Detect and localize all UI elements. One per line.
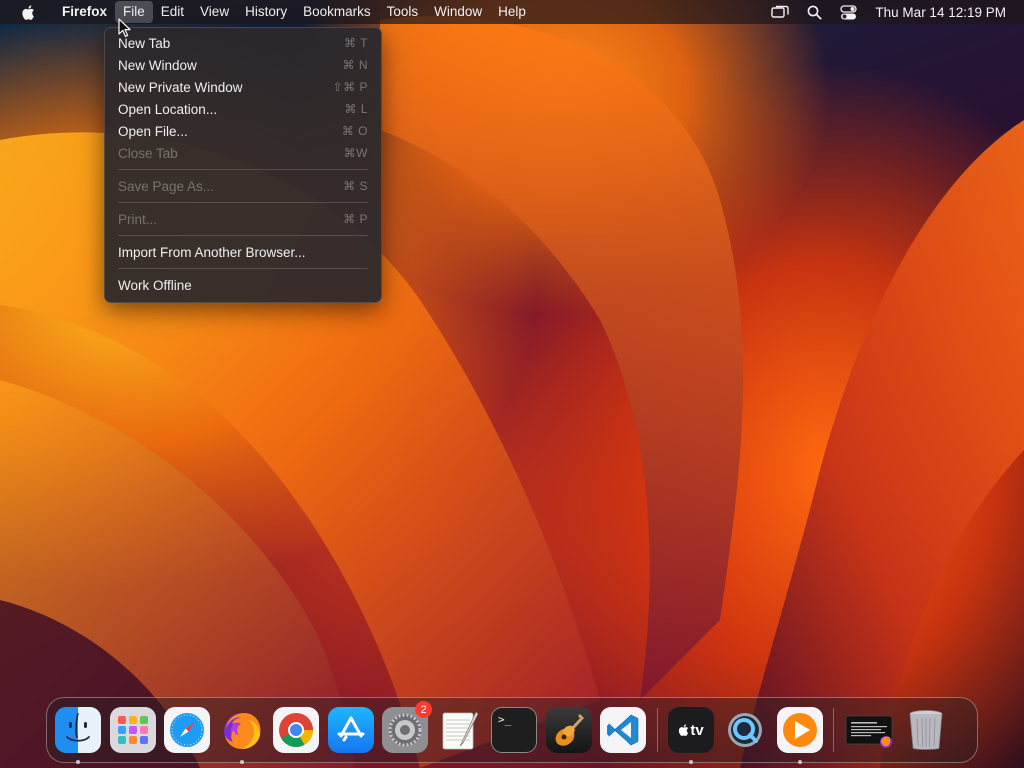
menu-item-open-file[interactable]: Open File... ⌘ O (105, 120, 381, 142)
menu-separator (118, 169, 368, 170)
minimized-window-icon[interactable] (844, 707, 894, 753)
textedit-icon[interactable] (437, 707, 483, 753)
menu-app-firefox[interactable]: Firefox (54, 1, 115, 23)
menu-item-label: Close Tab (118, 145, 178, 161)
menu-item-label: Import From Another Browser... (118, 244, 306, 260)
finder-icon[interactable] (55, 707, 101, 764)
running-indicator (688, 760, 693, 764)
menu-window[interactable]: Window (426, 1, 490, 23)
apple-tv-icon[interactable]: tv (667, 707, 714, 764)
garageband-icon[interactable] (545, 707, 592, 753)
menu-item-print: Print... ⌘ P (105, 208, 381, 230)
menu-item-new-private-window[interactable]: New Private Window ⇧⌘ P (105, 76, 381, 98)
menu-item-label: New Window (118, 57, 197, 73)
running-indicator (239, 760, 244, 764)
vscode-icon[interactable] (600, 707, 646, 753)
running-indicator (76, 760, 80, 764)
dock-divider (656, 708, 658, 752)
menu-item-label: Save Page As... (118, 178, 215, 194)
firefox-icon[interactable] (219, 707, 265, 764)
menu-item-shortcut: ⌘ P (343, 212, 368, 226)
terminal-prompt-text: >_ (498, 713, 512, 726)
menu-separator (118, 235, 368, 236)
menu-item-label: Open Location... (118, 101, 218, 117)
safari-icon[interactable] (164, 707, 210, 753)
screen-mirroring-icon[interactable] (771, 3, 790, 21)
menu-item-open-location[interactable]: Open Location... ⌘ L (105, 98, 381, 120)
menu-item-shortcut: ⌘ S (343, 179, 368, 193)
menu-item-shortcut: ⌘ T (344, 36, 368, 50)
menu-item-import-from-another-browser[interactable]: Import From Another Browser... (105, 241, 381, 263)
apple-tv-label: tv (690, 721, 704, 739)
running-indicator (797, 760, 802, 764)
menu-item-shortcut: ⌘ L (344, 102, 368, 116)
menu-item-close-tab: Close Tab ⌘W (105, 142, 381, 164)
menu-item-label: Work Offline (118, 277, 192, 293)
menu-bookmarks[interactable]: Bookmarks (295, 1, 379, 23)
terminal-icon[interactable]: >_ (491, 707, 537, 753)
app-store-icon[interactable] (327, 707, 374, 753)
menu-item-save-page-as: Save Page As... ⌘ S (105, 175, 381, 197)
control-center-icon[interactable] (839, 3, 857, 21)
menu-separator (118, 268, 368, 269)
menu-item-label: Open File... (118, 123, 188, 139)
menu-item-work-offline[interactable]: Work Offline (105, 274, 381, 296)
menu-tools[interactable]: Tools (379, 1, 427, 23)
notification-badge: 2 (415, 701, 432, 718)
infuse-player-icon[interactable] (776, 707, 823, 764)
menu-item-shortcut: ⌘W (343, 146, 368, 160)
mouse-pointer-icon (118, 18, 132, 38)
menu-item-label: New Private Window (118, 79, 243, 95)
menu-help[interactable]: Help (490, 1, 534, 23)
spotlight-search-icon[interactable] (805, 3, 823, 21)
menubar-clock[interactable]: Thu Mar 14 12:19 PM (875, 5, 1006, 20)
menu-history[interactable]: History (237, 1, 295, 23)
menu-separator (118, 202, 368, 203)
apple-logo-icon[interactable] (18, 3, 36, 21)
quicktime-icon[interactable] (722, 707, 768, 753)
trash-icon[interactable] (903, 707, 949, 753)
file-menu-dropdown: New Tab ⌘ T New Window ⌘ N New Private W… (104, 27, 382, 303)
system-settings-icon[interactable]: 2 (382, 701, 432, 753)
menu-item-label: Print... (118, 211, 158, 227)
dock-divider (833, 708, 834, 752)
chrome-icon[interactable] (273, 707, 319, 753)
menu-item-shortcut: ⌘ O (341, 124, 368, 138)
menu-item-new-tab[interactable]: New Tab ⌘ T (105, 32, 381, 54)
menu-item-shortcut: ⇧⌘ P (332, 80, 368, 94)
menu-view[interactable]: View (192, 1, 237, 23)
menu-bar: Firefox File Edit View History Bookmarks… (0, 0, 1024, 24)
dock: 2 >_ tv (46, 697, 978, 764)
menu-edit[interactable]: Edit (153, 1, 192, 23)
menu-item-new-window[interactable]: New Window ⌘ N (105, 54, 381, 76)
menu-item-shortcut: ⌘ N (342, 58, 368, 72)
launchpad-icon[interactable] (109, 707, 156, 753)
